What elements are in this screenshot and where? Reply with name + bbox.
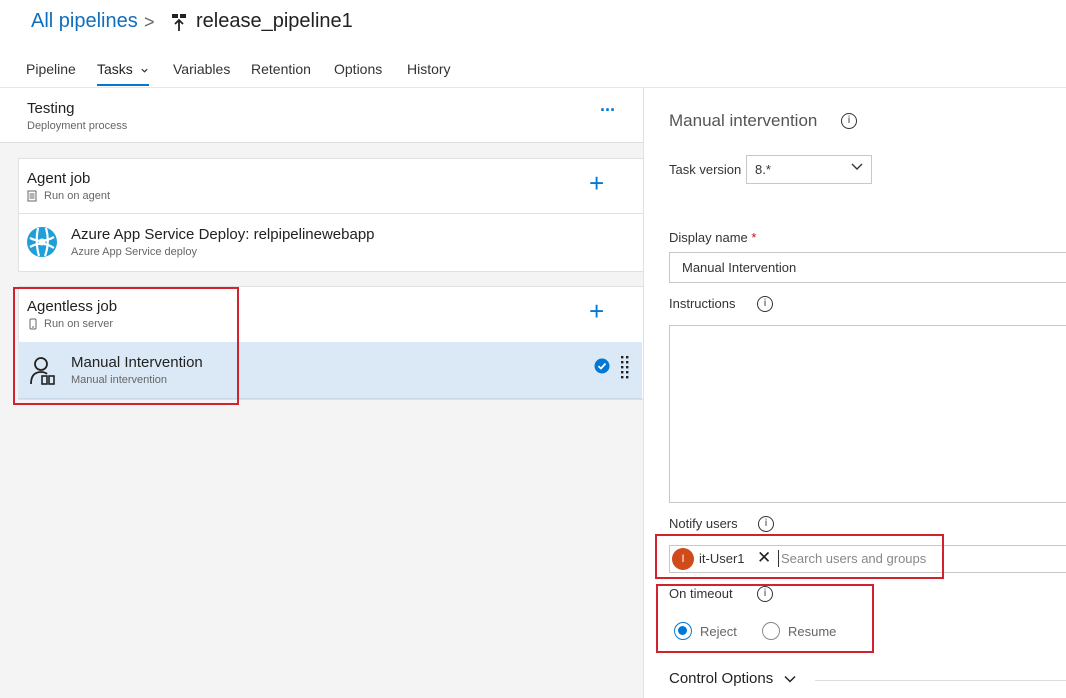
info-icon[interactable]: i [758, 516, 774, 532]
stage-more-actions-button[interactable]: ··· [600, 100, 616, 121]
task-enabled-check-icon [594, 358, 610, 374]
stage-header[interactable] [0, 88, 643, 143]
chevron-down-icon [851, 163, 863, 170]
tab-pipeline[interactable]: Pipeline [26, 61, 76, 77]
breadcrumb-all-pipelines-link[interactable]: All pipelines [31, 10, 138, 33]
task-version-label: Task version [669, 162, 742, 177]
tab-history[interactable]: History [407, 61, 451, 77]
agent-job-title[interactable]: Agent job [27, 170, 90, 187]
card-divider [18, 213, 644, 214]
pane-splitter[interactable] [643, 88, 644, 698]
azure-app-service-icon [27, 227, 57, 257]
display-name-label-text: Display name [669, 230, 748, 245]
release-pipeline-icon [172, 14, 186, 31]
drag-handle-icon[interactable] [620, 355, 630, 383]
chevron-down-icon [141, 68, 148, 73]
pipeline-title: release_pipeline1 [196, 10, 353, 32]
display-name-value: Manual Intervention [682, 260, 797, 275]
tab-tasks-label: Tasks [97, 61, 133, 77]
agent-job-subtitle: Run on agent [44, 190, 111, 202]
chevron-down-icon [784, 676, 796, 683]
required-asterisk: * [751, 230, 757, 245]
notify-users-label: Notify users [669, 516, 738, 531]
stage-name: Testing [27, 100, 75, 117]
add-task-to-agentless-job-button[interactable]: + [589, 296, 604, 327]
instructions-textarea[interactable] [669, 325, 1066, 503]
section-divider [815, 680, 1066, 681]
active-tab-indicator [97, 84, 149, 86]
tab-tasks[interactable]: Tasks [97, 61, 149, 77]
highlight-box-on-timeout [656, 584, 874, 653]
add-task-to-agent-job-button[interactable]: + [589, 168, 604, 199]
control-options-label: Control Options [669, 670, 774, 687]
azure-deploy-task-title[interactable]: Azure App Service Deploy: relpipelineweb… [71, 226, 375, 243]
instructions-label: Instructions [669, 296, 736, 311]
tab-variables[interactable]: Variables [173, 61, 230, 77]
tab-retention[interactable]: Retention [251, 61, 311, 77]
stage-subtitle: Deployment process [27, 120, 128, 132]
highlight-box-notify-users [655, 534, 944, 579]
task-version-value: 8.* [755, 162, 771, 177]
breadcrumb-separator: > [144, 12, 155, 32]
tab-options[interactable]: Options [334, 61, 382, 77]
server-icon [27, 190, 37, 202]
display-name-label: Display name * [669, 230, 756, 245]
info-icon[interactable]: i [757, 296, 773, 312]
task-details-title: Manual intervention [669, 111, 818, 130]
control-options-toggle[interactable]: Control Options [669, 670, 797, 687]
azure-deploy-task-subtitle: Azure App Service deploy [71, 246, 197, 258]
highlight-box-agentless-job [13, 287, 239, 405]
info-icon[interactable]: i [841, 113, 857, 129]
